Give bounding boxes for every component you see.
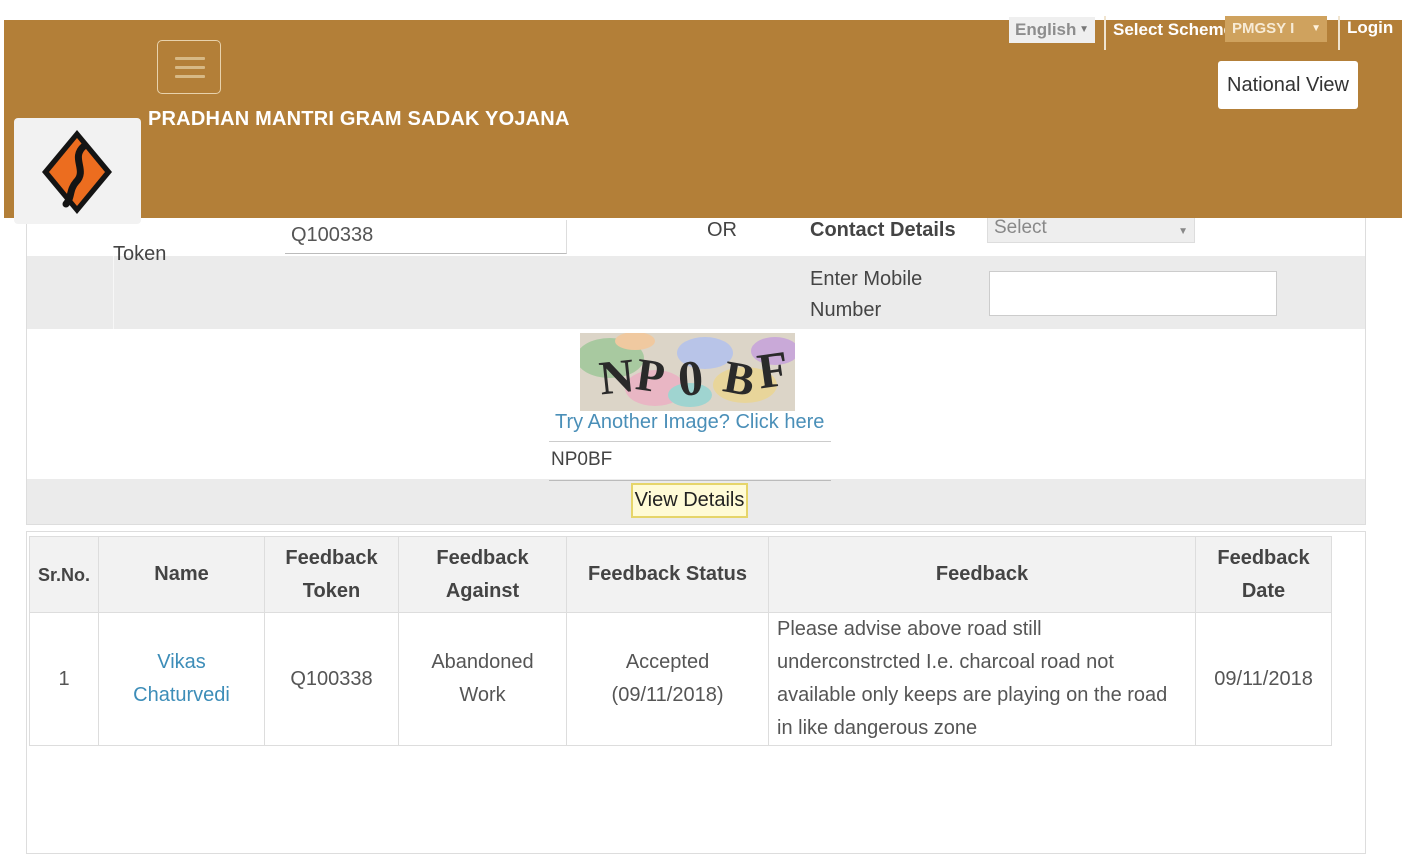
- menu-bar: [175, 75, 205, 78]
- table-header-row: Sr.No. Name Feedback Token Feedback Agai…: [28, 536, 1333, 613]
- cell-feedback-date: 09/11/2018: [1195, 612, 1333, 746]
- token-input[interactable]: Q100338: [285, 220, 567, 254]
- column-header: Name: [98, 536, 266, 613]
- scheme-select-value: PMGSY I: [1232, 20, 1295, 37]
- mobile-number-label: Enter Mobile Number: [810, 268, 923, 321]
- road-sign-logo-icon: [42, 130, 112, 214]
- column-header: Sr.No.: [28, 536, 100, 613]
- site-header: PRADHAN MANTRI GRAM SADAK YOJANA English…: [4, 16, 1402, 224]
- feedback-table: Sr.No. Name Feedback Token Feedback Agai…: [28, 536, 1333, 746]
- feedback-results-panel: Sr.No. Name Feedback Token Feedback Agai…: [26, 531, 1366, 854]
- captcha-char: 0: [676, 349, 705, 407]
- divider: [1338, 16, 1340, 50]
- column-header: Feedback Against: [398, 536, 568, 613]
- contact-details-select[interactable]: Select ▼: [987, 215, 1195, 243]
- divider: [549, 441, 831, 442]
- national-view-button[interactable]: National View: [1218, 61, 1358, 109]
- mobile-number-input[interactable]: [989, 271, 1277, 316]
- contact-details-label: Contact Details: [810, 219, 956, 241]
- language-select-value: English: [1015, 20, 1077, 39]
- chevron-down-icon: ▼: [1311, 23, 1321, 34]
- captcha-input-underline: [549, 480, 831, 481]
- or-label: OR: [707, 219, 737, 241]
- cell-feedback-status: Accepted (09/11/2018): [566, 612, 770, 746]
- scheme-select[interactable]: PMGSY I ▼: [1225, 16, 1327, 42]
- captcha-image: N P 0 B F: [580, 333, 795, 411]
- contact-select-value: Select: [994, 217, 1047, 238]
- cell-feedback-against: Abandoned Work: [398, 612, 568, 746]
- cell-sr-no: 1: [28, 612, 100, 746]
- column-header: Feedback Token: [264, 536, 400, 613]
- feedback-search-panel: Token Q100338 OR Contact Details Select …: [26, 205, 1366, 525]
- chevron-down-icon: ▼: [1178, 226, 1188, 237]
- captcha-input[interactable]: NP0BF: [551, 449, 612, 471]
- login-link[interactable]: Login: [1347, 16, 1393, 40]
- menu-bar: [175, 57, 205, 60]
- column-header: Feedback Status: [566, 536, 770, 613]
- cell-name-link[interactable]: Vikas Chaturvedi: [98, 612, 266, 746]
- column-header: Feedback: [768, 536, 1197, 613]
- cell-feedback-token: Q100338: [264, 612, 400, 746]
- cell-feedback-text: Please advise above road still undercons…: [768, 612, 1197, 746]
- hamburger-menu-button[interactable]: [157, 40, 221, 94]
- site-logo: [14, 118, 141, 224]
- select-scheme-label: Select Scheme: [1113, 20, 1234, 39]
- captcha-char: N: [597, 349, 637, 405]
- language-select[interactable]: English ▼: [1009, 17, 1095, 43]
- divider: [1104, 16, 1106, 50]
- table-row: 1 Vikas Chaturvedi Q100338 Abandoned Wor…: [28, 612, 1333, 746]
- view-details-button[interactable]: View Details: [631, 483, 748, 518]
- column-header: Feedback Date: [1195, 536, 1333, 613]
- try-another-image-link[interactable]: Try Another Image? Click here: [555, 411, 824, 434]
- chevron-down-icon: ▼: [1079, 24, 1089, 35]
- token-label: Token: [113, 243, 167, 265]
- site-title: PRADHAN MANTRI GRAM SADAK YOJANA: [148, 108, 570, 130]
- menu-bar: [175, 66, 205, 69]
